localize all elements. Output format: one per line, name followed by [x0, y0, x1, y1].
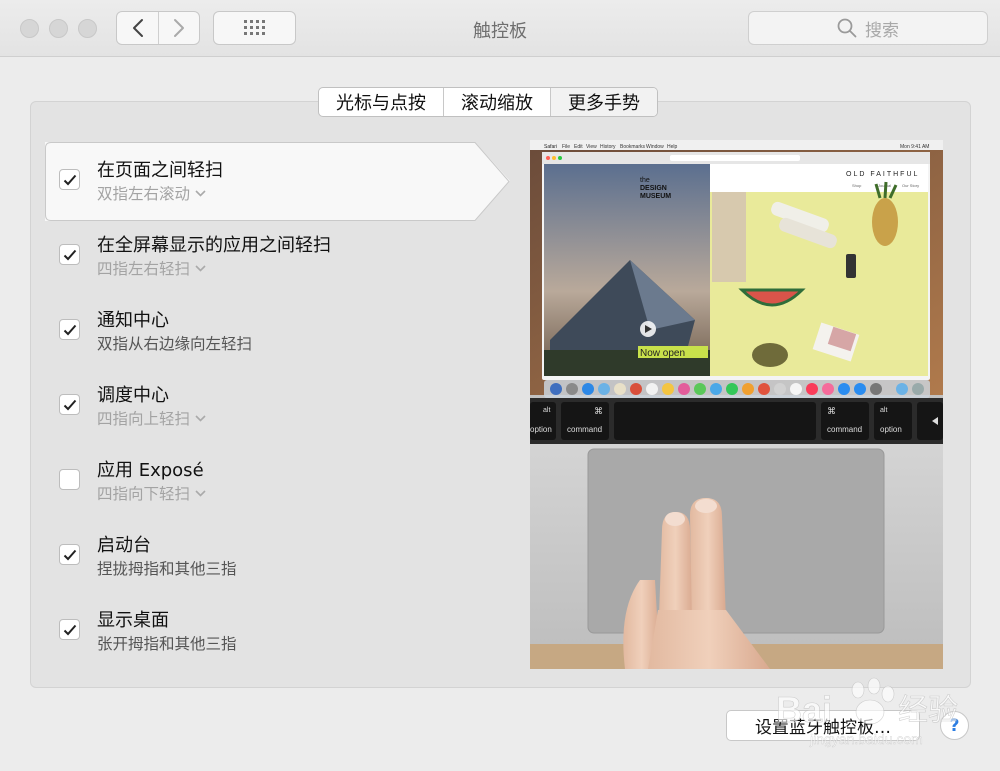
gesture-subtitle-wrap: 捏拢拇指和其他三指	[97, 557, 237, 579]
gesture-subtitle: 四指左右轻扫	[97, 260, 191, 278]
key-left-option: option	[530, 425, 552, 434]
gesture-checkbox[interactable]	[59, 169, 80, 190]
gesture-checkbox[interactable]	[59, 619, 80, 640]
tab-point-and-click[interactable]: 光标与点按	[319, 88, 444, 116]
preview-left-title-2: DESIGN	[640, 185, 667, 192]
preview-illustration: Safari File Edit View History Bookmarks …	[530, 140, 943, 669]
gesture-checkbox[interactable]	[59, 244, 80, 265]
gesture-subtitle-wrap: 张开拇指和其他三指	[97, 632, 237, 654]
checkmark-icon	[63, 249, 76, 260]
preview-right-title: OLD FAITHFUL	[846, 171, 919, 178]
gesture-checkbox[interactable]	[59, 469, 80, 490]
gesture-option-menu[interactable]: 四指左右轻扫	[97, 257, 206, 279]
key-right-command: command	[827, 425, 862, 434]
tab-more-gestures[interactable]: 更多手势	[551, 88, 657, 116]
window-title: 触控板	[473, 21, 527, 42]
watermark-text-1: Bai	[776, 689, 832, 730]
paw-icon	[851, 677, 895, 725]
gesture-row-swipe-fullscreen-apps[interactable]: 在全屏幕显示的应用之间轻扫 四指左右轻扫	[45, 217, 515, 291]
gesture-option-menu[interactable]: 双指左右滚动	[97, 182, 206, 204]
checkmark-icon	[63, 399, 76, 410]
gesture-checkbox[interactable]	[59, 544, 80, 565]
checkmark-icon	[63, 174, 76, 185]
chevron-down-icon	[195, 489, 206, 497]
command-icon: ⌘	[594, 407, 603, 417]
checkmark-icon	[63, 624, 76, 635]
preview-menubar-app: Safari	[544, 144, 557, 150]
gesture-preview-image: Safari File Edit View History Bookmarks …	[530, 140, 943, 669]
gesture-title: 调度中心	[97, 385, 169, 406]
watermark-text-2: 经验	[898, 693, 958, 728]
gesture-title: 显示桌面	[97, 610, 169, 631]
gesture-row-notification-center[interactable]: 通知中心 双指从右边缘向左轻扫	[45, 292, 515, 366]
preview-menubar-item: Help	[667, 144, 678, 150]
gesture-row-launchpad[interactable]: 启动台 捏拢拇指和其他三指	[45, 517, 515, 591]
gesture-checkbox[interactable]	[59, 394, 80, 415]
search-field[interactable]: 搜索	[748, 11, 988, 45]
gesture-row-app-expose[interactable]: 应用 Exposé 四指向下轻扫	[45, 442, 515, 516]
gesture-option-menu[interactable]: 四指向下轻扫	[97, 482, 206, 504]
gesture-subtitle: 双指从右边缘向左轻扫	[97, 335, 253, 353]
grid-icon	[243, 20, 265, 35]
checkmark-icon	[63, 324, 76, 335]
gesture-subtitle: 双指左右滚动	[97, 185, 191, 203]
nav-button-group	[116, 11, 200, 45]
search-icon	[837, 18, 857, 38]
chevron-right-icon	[174, 19, 184, 37]
baidu-watermark: Bai 经验 jingyan.baidu.com	[776, 677, 958, 747]
checkmark-icon	[63, 549, 76, 560]
minimize-window-button[interactable]	[49, 19, 68, 38]
preview-menubar-item: Bookmarks	[620, 144, 646, 150]
gesture-row-show-desktop[interactable]: 显示桌面 张开拇指和其他三指	[45, 592, 515, 666]
preview-menubar-item: History	[600, 144, 616, 150]
preview-menubar-item: Window	[646, 144, 664, 150]
key-right-option: option	[880, 425, 902, 434]
preview-right-nav: Our Story	[902, 183, 919, 188]
search-placeholder: 搜索	[865, 20, 899, 41]
gesture-subtitle-wrap: 双指从右边缘向左轻扫	[97, 332, 252, 354]
gesture-subtitle: 张开拇指和其他三指	[97, 635, 237, 653]
preview-menubar-item: View	[586, 144, 597, 150]
key-right-alt: alt	[880, 407, 887, 414]
gesture-option-menu[interactable]: 四指向上轻扫	[97, 407, 206, 429]
preview-left-title-1: the	[640, 177, 650, 184]
preview-right-nav: Shop	[852, 183, 862, 188]
close-window-button[interactable]	[20, 19, 39, 38]
window-titlebar: 触控板 搜索	[0, 0, 1000, 57]
watermark-text-3: jingyan.baidu.com	[809, 731, 923, 747]
chevron-down-icon	[195, 264, 206, 272]
gesture-title: 通知中心	[97, 310, 169, 331]
gesture-subtitle: 四指向上轻扫	[97, 410, 191, 428]
back-button[interactable]	[117, 12, 158, 44]
preview-clock: Mon 9:41 AM	[900, 144, 929, 150]
preview-menubar-item: File	[562, 144, 570, 150]
gesture-subtitle: 捏拢拇指和其他三指	[97, 560, 237, 578]
forward-button[interactable]	[158, 12, 199, 44]
chevron-left-icon	[132, 19, 143, 37]
gesture-checkbox[interactable]	[59, 319, 80, 340]
gesture-subtitle: 四指向下轻扫	[97, 485, 191, 503]
chevron-down-icon	[195, 189, 206, 197]
command-icon: ⌘	[827, 407, 836, 417]
preview-left-title-3: MUSEUM	[640, 193, 671, 200]
preview-left-banner: Now open	[640, 348, 685, 359]
tab-bar: 光标与点按 滚动缩放 更多手势	[318, 87, 658, 117]
show-all-button[interactable]	[213, 11, 296, 45]
gesture-title: 启动台	[97, 535, 151, 556]
chevron-down-icon	[195, 414, 206, 422]
gesture-row-swipe-between-pages[interactable]: 在页面之间轻扫 双指左右滚动	[45, 142, 515, 221]
gesture-row-mission-control[interactable]: 调度中心 四指向上轻扫	[45, 367, 515, 441]
gesture-title: 在全屏幕显示的应用之间轻扫	[97, 235, 331, 256]
key-left-alt: alt	[543, 407, 550, 414]
zoom-window-button[interactable]	[78, 19, 97, 38]
gesture-title: 在页面之间轻扫	[97, 160, 223, 181]
tab-scroll-and-zoom[interactable]: 滚动缩放	[444, 88, 551, 116]
key-left-command: command	[567, 425, 602, 434]
gesture-title: 应用 Exposé	[97, 460, 204, 481]
preview-menubar-item: Edit	[574, 144, 583, 150]
